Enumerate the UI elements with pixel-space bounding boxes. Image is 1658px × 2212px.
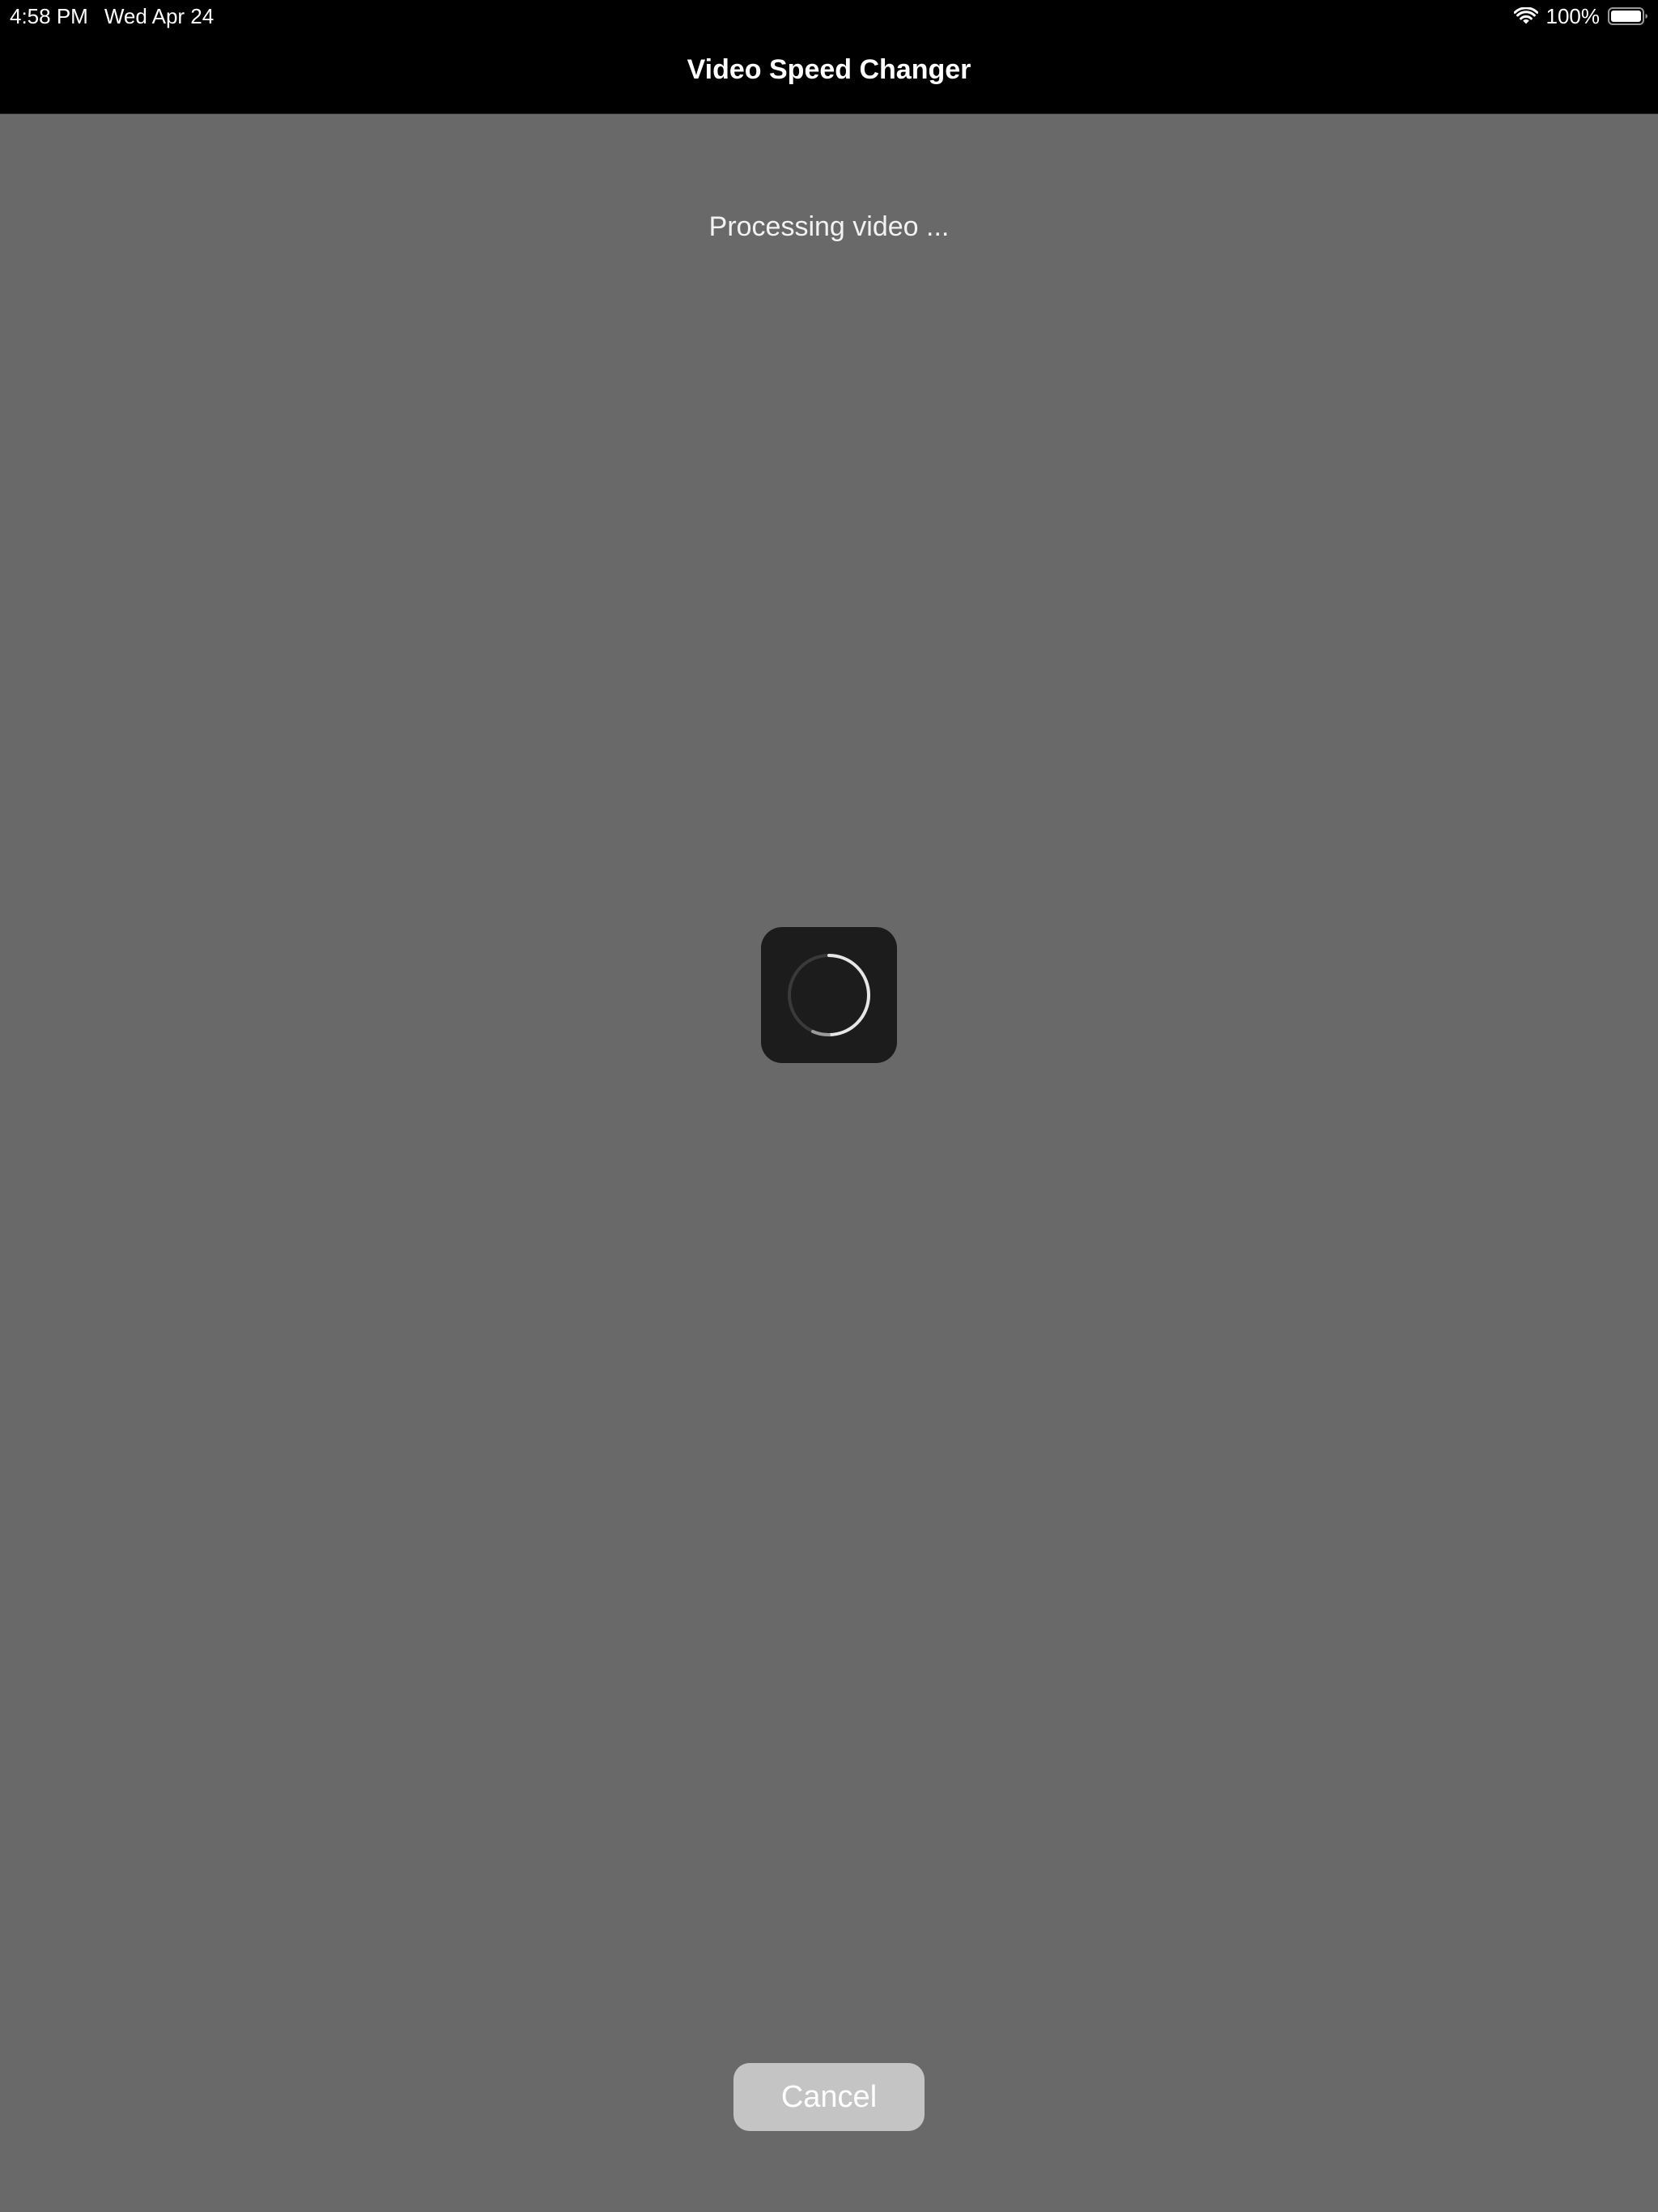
- status-time-date: 4:58 PM Wed Apr 24: [10, 3, 214, 29]
- wifi-icon: [1513, 7, 1538, 24]
- status-time: 4:58 PM: [10, 4, 88, 28]
- loading-indicator: [761, 927, 897, 1063]
- page-title: Video Speed Changer: [687, 54, 971, 85]
- cancel-button[interactable]: Cancel: [733, 2063, 925, 2131]
- activity-indicator-icon: [788, 954, 870, 1037]
- status-indicators: 100%: [1513, 3, 1649, 29]
- status-bar: 4:58 PM Wed Apr 24 100%: [0, 0, 1658, 32]
- navigation-bar: Video Speed Changer: [0, 32, 1658, 114]
- battery-percentage: 100%: [1545, 3, 1601, 28]
- processing-message: Processing video ...: [708, 211, 950, 242]
- battery-icon: [1608, 7, 1647, 25]
- status-date: Wed Apr 24: [104, 4, 215, 28]
